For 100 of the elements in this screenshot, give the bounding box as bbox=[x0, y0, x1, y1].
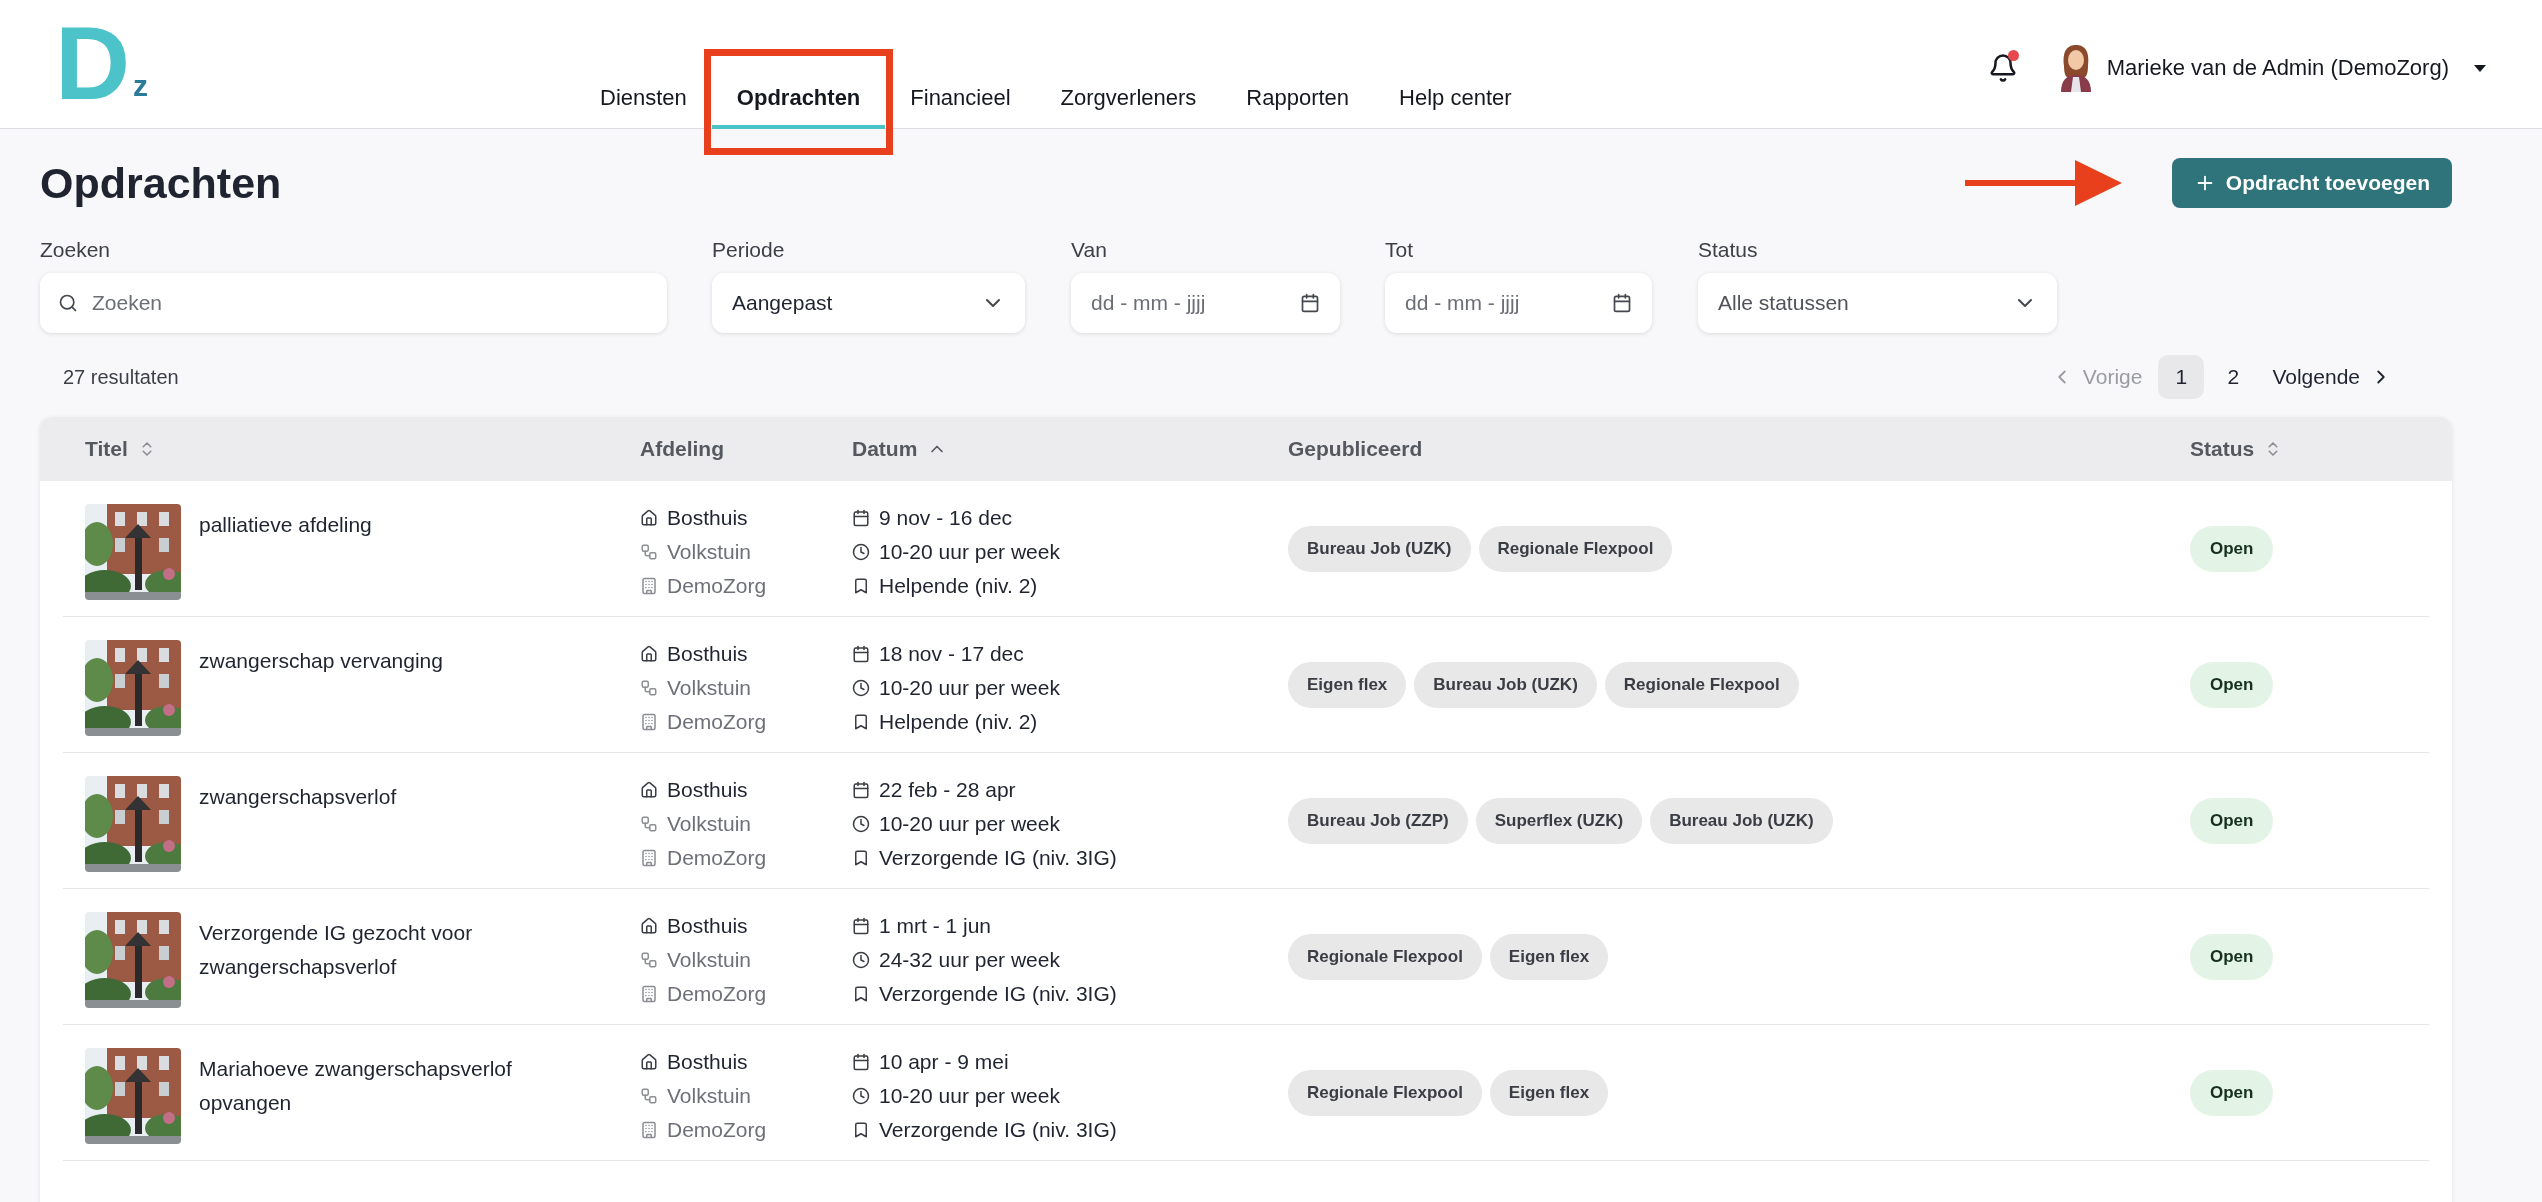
hours-text: 24-32 uur per week bbox=[879, 948, 1060, 972]
role-text: Helpende (niv. 2) bbox=[879, 710, 1038, 734]
hours-text: 10-20 uur per week bbox=[879, 540, 1060, 564]
location-text: Bosthuis bbox=[667, 642, 748, 666]
bookmark-icon bbox=[852, 1121, 870, 1139]
status-badge: Open bbox=[2190, 797, 2274, 844]
house-icon bbox=[640, 645, 658, 663]
tree-structure-icon bbox=[640, 679, 658, 697]
house-icon bbox=[640, 917, 658, 935]
clock-icon bbox=[852, 951, 870, 969]
filter-label: Zoeken bbox=[40, 238, 112, 263]
date-field[interactable]: dd - mm - jjjj bbox=[1385, 273, 1652, 333]
filter-label: Periode bbox=[712, 238, 786, 263]
bookmark-icon bbox=[852, 577, 870, 595]
nav-tab[interactable]: Financieel bbox=[885, 71, 1036, 129]
search-icon bbox=[58, 293, 78, 313]
assignment-title[interactable]: palliatieve afdeling bbox=[199, 508, 529, 600]
channel-tag: Bureau Job (UZK) bbox=[1650, 797, 1833, 844]
calendar-icon bbox=[852, 645, 870, 663]
channel-tag: Eigen flex bbox=[1489, 933, 1609, 980]
calendar-icon bbox=[852, 781, 870, 799]
clock-icon bbox=[852, 815, 870, 833]
location-text: Bosthuis bbox=[667, 506, 748, 530]
organisation-text: DemoZorg bbox=[667, 846, 767, 870]
date-field[interactable]: dd - mm - jjjj bbox=[1071, 273, 1340, 333]
nav-tab[interactable]: Help center bbox=[1374, 71, 1537, 129]
department-text: Volkstuin bbox=[667, 1084, 752, 1108]
building-icon bbox=[640, 577, 658, 595]
house-icon bbox=[640, 1053, 658, 1071]
tree-structure-icon bbox=[640, 951, 658, 969]
location-text: Bosthuis bbox=[667, 778, 748, 802]
calendar-icon bbox=[1300, 293, 1320, 313]
bookmark-icon bbox=[852, 985, 870, 1003]
column-header[interactable]: Titel bbox=[85, 437, 128, 461]
channel-tag: Regionale Flexpool bbox=[1288, 933, 1482, 980]
building-icon bbox=[640, 849, 658, 867]
filter-label: Tot bbox=[1385, 238, 1414, 263]
house-icon bbox=[640, 509, 658, 527]
tree-structure-icon bbox=[640, 1087, 658, 1105]
calendar-icon bbox=[852, 917, 870, 935]
building-icon bbox=[640, 1121, 658, 1139]
search-field[interactable]: Zoeken bbox=[40, 273, 667, 333]
clock-icon bbox=[852, 1087, 870, 1105]
assignment-title[interactable]: Mariahoeve zwangerschapsverlof opvangen bbox=[199, 1052, 529, 1144]
house-icon bbox=[640, 781, 658, 799]
status-badge: Open bbox=[2190, 661, 2274, 708]
channel-tag: Regionale Flexpool bbox=[1604, 661, 1799, 708]
role-text: Verzorgende IG (niv. 3IG) bbox=[879, 1118, 1117, 1142]
channel-tag: Regionale Flexpool bbox=[1288, 1069, 1482, 1116]
calendar-icon bbox=[1612, 293, 1632, 313]
page-button[interactable]: 1 bbox=[2158, 355, 2205, 399]
calendar-icon bbox=[852, 509, 870, 527]
hours-text: 10-20 uur per week bbox=[879, 812, 1060, 836]
date-text: 18 nov - 17 dec bbox=[879, 642, 1024, 666]
page-title: Opdrachten bbox=[40, 158, 282, 208]
column-header[interactable]: Status bbox=[2190, 437, 2255, 461]
nav-tab[interactable]: Rapporten bbox=[1221, 71, 1375, 129]
department-text: Volkstuin bbox=[667, 948, 752, 972]
clock-icon bbox=[852, 543, 870, 561]
channel-tag: Bureau Job (ZZP) bbox=[1288, 797, 1468, 844]
column-header: Gepubliceerd bbox=[1288, 437, 1423, 461]
nav-tab[interactable]: Diensten bbox=[575, 71, 712, 129]
department-text: Volkstuin bbox=[667, 676, 752, 700]
column-header: Afdeling bbox=[640, 437, 724, 461]
results-count: 27 resultaten bbox=[63, 365, 179, 389]
channel-tag: Eigen flex bbox=[1489, 1069, 1609, 1116]
organisation-text: DemoZorg bbox=[667, 710, 767, 734]
assignment-title[interactable]: zwangerschapsverlof bbox=[199, 780, 529, 872]
nav-tab[interactable]: Opdrachten bbox=[711, 71, 886, 129]
select-field[interactable]: Alle statussen bbox=[1698, 273, 2057, 333]
channel-tag: Eigen flex bbox=[1288, 661, 1407, 708]
department-text: Volkstuin bbox=[667, 812, 752, 836]
hours-text: 10-20 uur per week bbox=[879, 676, 1060, 700]
assignment-title[interactable]: Verzorgende IG gezocht voor zwangerschapsverlof bbox=[199, 916, 529, 1008]
building-icon bbox=[640, 713, 658, 731]
user-menu[interactable]: Marieke van de Admin (DemoZorg) bbox=[2058, 44, 2487, 92]
status-badge: Open bbox=[2190, 933, 2274, 980]
select-field[interactable]: Aangepast bbox=[712, 273, 1025, 333]
page-button[interactable]: 2 bbox=[2210, 355, 2257, 399]
organisation-text: DemoZorg bbox=[667, 574, 767, 598]
caret-icon bbox=[2473, 63, 2487, 73]
date-text: 1 mrt - 1 jun bbox=[879, 914, 992, 938]
add-button[interactable]: Opdracht toevoegen bbox=[2171, 158, 2452, 208]
next-link[interactable]: Volgende bbox=[2262, 365, 2402, 389]
assignment-title[interactable]: zwangerschap vervanging bbox=[199, 644, 529, 736]
role-text: Helpende (niv. 2) bbox=[879, 574, 1038, 598]
tree-structure-icon bbox=[640, 543, 658, 561]
column-header[interactable]: Datum bbox=[852, 437, 918, 461]
logo[interactable]: D z bbox=[55, 25, 155, 101]
tree-structure-icon bbox=[640, 815, 658, 833]
organisation-text: DemoZorg bbox=[667, 1118, 767, 1142]
building-icon bbox=[640, 985, 658, 1003]
clock-icon bbox=[852, 679, 870, 697]
channel-tag: Regionale Flexpool bbox=[1478, 525, 1673, 572]
filter-label: Van bbox=[1071, 238, 1108, 263]
nav-tab[interactable]: Zorgverleners bbox=[1035, 71, 1222, 129]
role-text: Verzorgende IG (niv. 3IG) bbox=[879, 846, 1117, 870]
date-text: 22 feb - 28 apr bbox=[879, 778, 1016, 802]
status-badge: Open bbox=[2190, 525, 2274, 572]
bookmark-icon bbox=[852, 713, 870, 731]
